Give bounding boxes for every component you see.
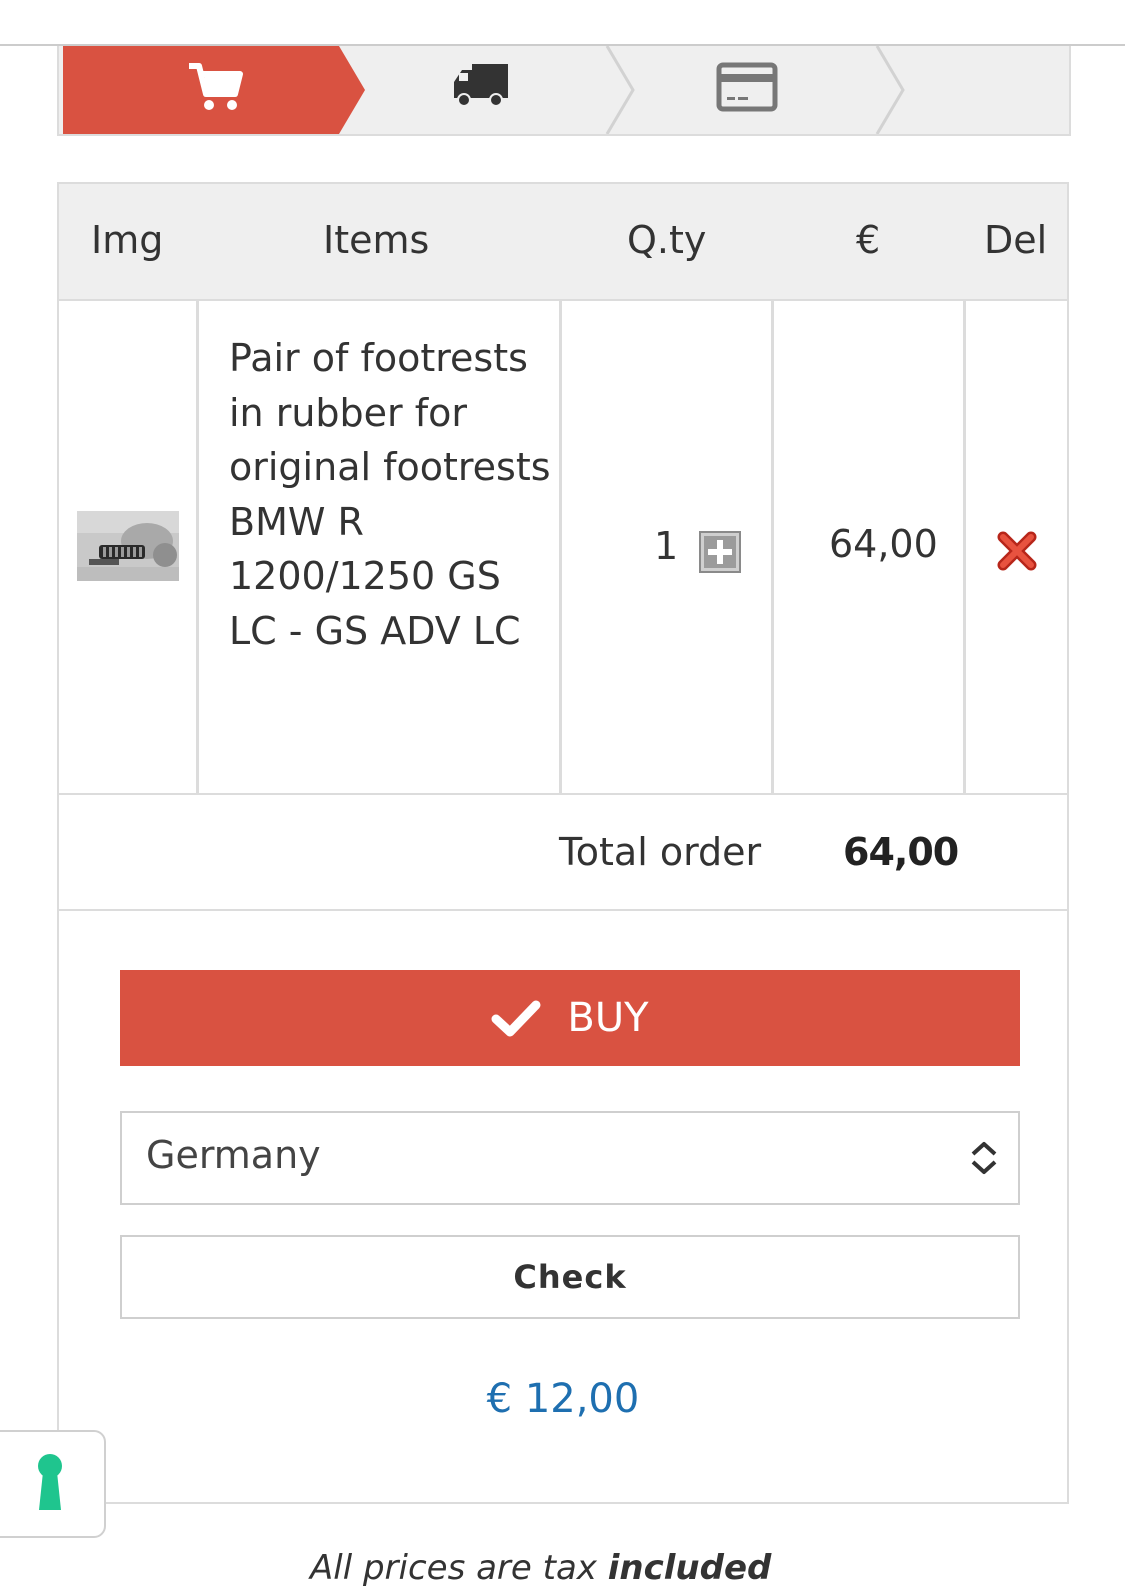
header-del: Del — [984, 218, 1048, 262]
item-price: 64,00 — [829, 522, 938, 566]
keyhole-icon — [38, 1454, 62, 1510]
truck-icon[interactable] — [452, 62, 510, 114]
col-divider — [963, 301, 966, 794]
col-divider — [196, 301, 199, 794]
credit-card-icon[interactable] — [716, 62, 778, 116]
privacy-settings-tab[interactable] — [0, 1430, 106, 1538]
buy-button[interactable]: BUY — [120, 970, 1020, 1066]
plus-icon[interactable] — [699, 531, 741, 573]
table-header: Img Items Q.ty € Del — [59, 184, 1067, 301]
header-price: € — [856, 218, 881, 262]
cart-icon[interactable] — [187, 62, 243, 116]
tax-footnote: All prices are tax included — [310, 1548, 772, 1588]
checkmark-icon — [491, 1000, 541, 1037]
cart-table: Img Items Q.ty € Del Pair of footrests i… — [57, 182, 1069, 1504]
select-updown-icon — [971, 1142, 997, 1174]
total-order-label: Total order — [559, 830, 762, 874]
header-items: Items — [323, 218, 430, 262]
total-order-value: 64,00 — [843, 830, 959, 874]
buy-button-label: BUY — [567, 995, 649, 1041]
col-divider — [771, 301, 774, 794]
shipping-cost: € 12,00 — [486, 1376, 640, 1422]
row-divider — [59, 793, 1067, 795]
step-chevron-1 — [605, 46, 635, 134]
header-qty: Q.ty — [627, 218, 707, 262]
quantity-value: 1 — [654, 524, 679, 568]
product-thumbnail[interactable] — [77, 511, 179, 581]
row-divider — [59, 909, 1067, 911]
country-select-value: Germany — [146, 1133, 321, 1177]
step-chevron-2 — [875, 46, 905, 134]
col-divider — [559, 301, 562, 794]
check-shipping-button[interactable]: Check — [120, 1235, 1020, 1319]
header-img: Img — [91, 218, 164, 262]
checkout-steps — [57, 46, 1071, 136]
country-select[interactable]: Germany — [120, 1111, 1020, 1205]
product-name[interactable]: Pair of footrests in rubber for original… — [229, 331, 559, 658]
delete-icon[interactable] — [997, 531, 1037, 571]
